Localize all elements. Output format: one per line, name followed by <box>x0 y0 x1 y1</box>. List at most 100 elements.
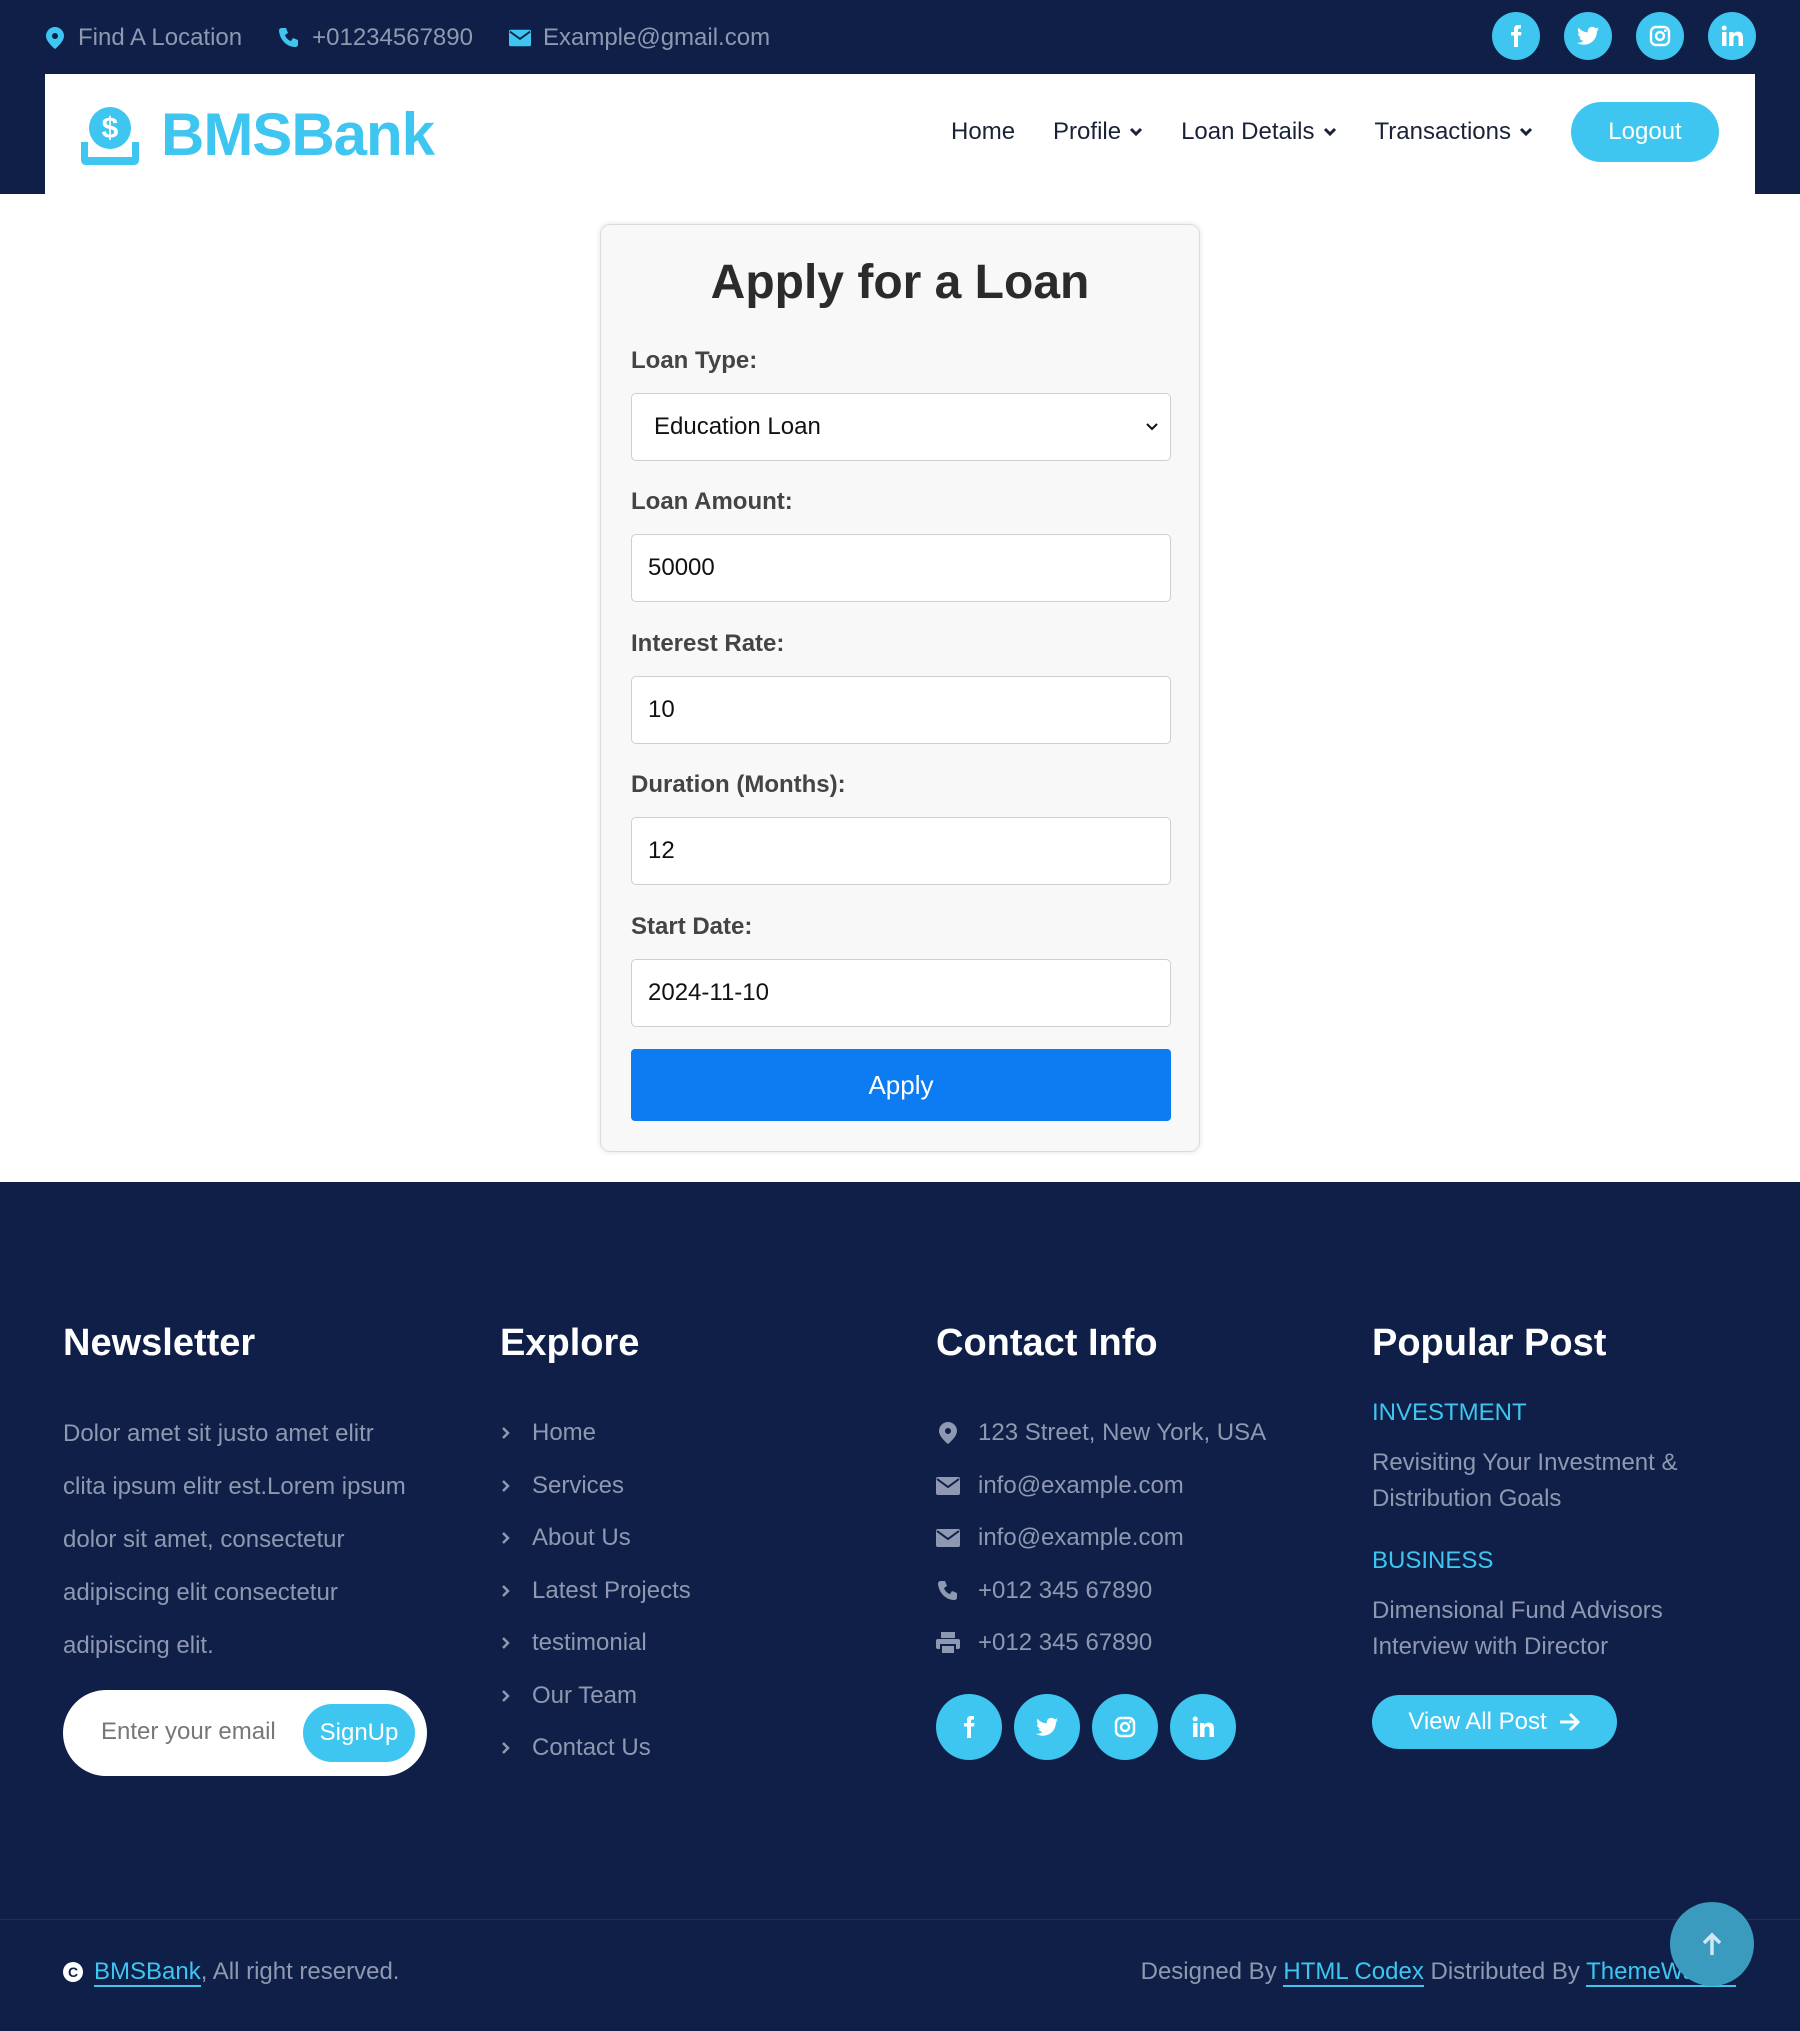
explore-link-label: Latest Projects <box>532 1576 691 1604</box>
contact-address: 123 Street, New York, USA <box>936 1407 1316 1460</box>
twitter-icon[interactable] <box>1564 12 1612 60</box>
contact-email-text: info@example.com <box>978 1524 1184 1552</box>
brand-name: BMSBank <box>161 101 435 168</box>
post-category-link[interactable]: INVESTMENT <box>1372 1399 1732 1427</box>
nav-loan-details-label: Loan Details <box>1181 118 1315 145</box>
loan-type-select[interactable]: Education Loan <box>631 393 1171 461</box>
chevron-right-icon <box>502 1584 510 1597</box>
linkedin-icon[interactable] <box>1170 1693 1236 1760</box>
contact-phone[interactable]: +012 345 67890 <box>936 1565 1316 1618</box>
svg-text:C: C <box>68 1964 78 1980</box>
chevron-down-icon <box>1146 423 1158 431</box>
explore-links: Home Services About Us Latest Projects t… <box>500 1407 880 1775</box>
duration-label: Duration (Months): <box>631 771 846 798</box>
chevron-down-icon <box>1519 127 1533 137</box>
topbar-location[interactable]: Find A Location <box>44 24 242 52</box>
loan-amount-label: Loan Amount: <box>631 488 793 515</box>
nav-transactions-dropdown[interactable]: Transactions <box>1375 118 1534 146</box>
footer-socials <box>936 1693 1316 1760</box>
designer-link[interactable]: HTML Codex <box>1283 1958 1424 1987</box>
chevron-down-icon <box>1130 127 1143 137</box>
logout-button[interactable]: Logout <box>1571 102 1719 162</box>
instagram-icon[interactable] <box>1636 12 1684 60</box>
explore-link-label: Home <box>532 1419 597 1447</box>
apply-button[interactable]: Apply <box>631 1049 1171 1121</box>
map-marker-icon <box>936 1421 960 1445</box>
chevron-right-icon <box>502 1532 510 1545</box>
twitter-icon[interactable] <box>1014 1693 1080 1760</box>
explore-link-contact[interactable]: Contact Us <box>500 1722 880 1775</box>
popular-post-column: Popular Post INVESTMENT Revisiting Your … <box>1372 1322 1732 1749</box>
contact-fax: +012 345 67890 <box>936 1617 1316 1670</box>
explore-link-home[interactable]: Home <box>500 1407 880 1460</box>
back-to-top-button[interactable] <box>1670 1902 1754 1986</box>
nav-loan-details-dropdown[interactable]: Loan Details <box>1181 118 1336 146</box>
topbar-phone[interactable]: +01234567890 <box>278 24 473 52</box>
envelope-icon <box>936 1474 960 1498</box>
explore-column: Explore Home Services About Us Latest Pr… <box>500 1322 880 1775</box>
chevron-right-icon <box>502 1479 510 1492</box>
copyright-brand-link[interactable]: BMSBank <box>94 1958 201 1987</box>
contact-email-text: info@example.com <box>978 1471 1184 1499</box>
contact-fax-text: +012 345 67890 <box>978 1629 1153 1657</box>
newsletter-column: Newsletter Dolor amet sit justo amet eli… <box>63 1322 443 1776</box>
explore-link-label: Services <box>532 1471 625 1499</box>
explore-link-about[interactable]: About Us <box>500 1512 880 1565</box>
distributed-by-text: Distributed By <box>1423 1958 1587 1985</box>
duration-input[interactable]: 12 <box>631 817 1171 885</box>
dollar-hand-logo-icon: $ <box>81 106 139 165</box>
contact-email-1[interactable]: info@example.com <box>936 1460 1316 1513</box>
explore-title: Explore <box>500 1322 640 1364</box>
copyright-text: , All right reserved. <box>200 1958 400 1985</box>
signup-button[interactable]: SignUp <box>303 1704 415 1762</box>
footer-bottom: C BMSBank, All right reserved. Designed … <box>0 1919 1800 2031</box>
topbar-socials <box>1492 12 1756 60</box>
contact-email-2[interactable]: info@example.com <box>936 1512 1316 1565</box>
view-all-post-button[interactable]: View All Post <box>1372 1695 1617 1749</box>
view-all-post-label: View All Post <box>1408 1708 1547 1735</box>
phone-icon <box>278 27 300 49</box>
printer-icon <box>936 1631 960 1655</box>
popular-post-title: Popular Post <box>1372 1322 1607 1364</box>
envelope-icon <box>508 27 531 49</box>
nav-profile-dropdown[interactable]: Profile <box>1053 118 1143 146</box>
explore-link-label: testimonial <box>532 1629 647 1657</box>
contact-title: Contact Info <box>936 1322 1158 1364</box>
interest-rate-label: Interest Rate: <box>631 630 785 657</box>
brand[interactable]: $ BMSBank <box>79 100 435 169</box>
map-marker-icon <box>44 27 66 49</box>
facebook-icon[interactable] <box>1492 12 1540 60</box>
contact-phone-text: +012 345 67890 <box>978 1576 1153 1604</box>
chevron-right-icon <box>502 1637 510 1650</box>
loan-amount-input[interactable]: 50000 <box>631 534 1171 602</box>
svg-text:$: $ <box>102 112 119 145</box>
post-category-link[interactable]: BUSINESS <box>1372 1547 1732 1575</box>
interest-rate-input[interactable]: 10 <box>631 676 1171 744</box>
nav-menu: Home Profile Loan Details Transactions L… <box>951 102 1719 162</box>
form-title: Apply for a Loan <box>710 256 1090 309</box>
chevron-right-icon <box>502 1427 510 1440</box>
loan-type-label: Loan Type: <box>631 347 758 374</box>
nav-home[interactable]: Home <box>951 118 1015 146</box>
nav-transactions-label: Transactions <box>1374 118 1512 145</box>
chevron-right-icon <box>502 1742 510 1755</box>
post-title-link[interactable]: Revisiting Your Investment & Distributio… <box>1372 1445 1732 1517</box>
explore-link-testimonial[interactable]: testimonial <box>500 1617 880 1670</box>
topbar-contacts: Find A Location +01234567890 Example@gma… <box>44 18 770 58</box>
facebook-icon[interactable] <box>936 1693 1002 1760</box>
nav-home-label: Home <box>951 118 1016 145</box>
instagram-icon[interactable] <box>1092 1693 1158 1760</box>
explore-link-services[interactable]: Services <box>500 1460 880 1513</box>
footer: Newsletter Dolor amet sit justo amet eli… <box>0 1182 1800 2031</box>
loan-type-value: Education Loan <box>654 413 821 440</box>
linkedin-icon[interactable] <box>1708 12 1756 60</box>
explore-link-team[interactable]: Our Team <box>500 1670 880 1723</box>
post-title-link[interactable]: Dimensional Fund Advisors Interview with… <box>1372 1593 1732 1665</box>
explore-link-projects[interactable]: Latest Projects <box>500 1565 880 1618</box>
credits: Designed By HTML Codex Distributed By Th… <box>1140 1958 1736 1987</box>
topbar-email[interactable]: Example@gmail.com <box>508 24 770 52</box>
designed-by-text: Designed By <box>1140 1958 1284 1985</box>
start-date-input[interactable]: 2024-11-10 <box>631 959 1171 1027</box>
newsletter-text: Dolor amet sit justo amet elitr clita ip… <box>63 1420 406 1659</box>
newsletter-email-input[interactable]: Enter your email <box>101 1718 276 1746</box>
